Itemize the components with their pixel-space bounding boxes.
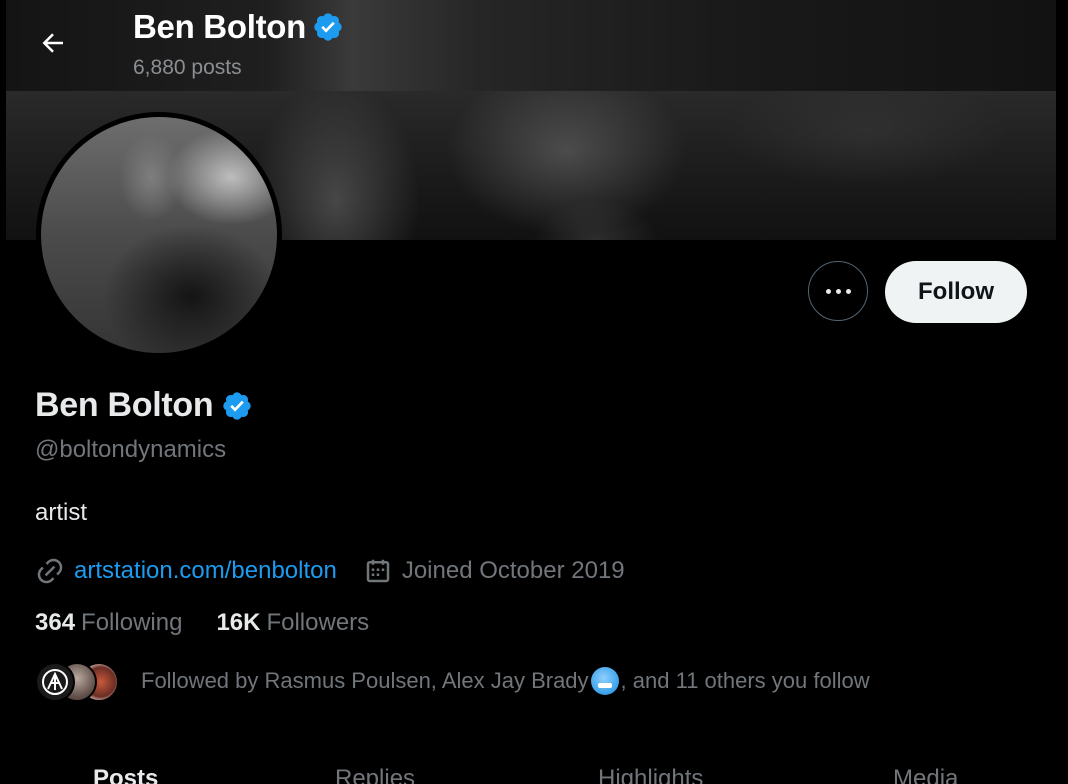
followed-by-others: , and 11 others you follow [620, 668, 870, 693]
website-item: artstation.com/benbolton [35, 556, 337, 586]
profile-tabs: Posts Replies Highlights Media [6, 760, 1056, 784]
verified-badge-icon[interactable] [221, 390, 253, 422]
profile-avatar[interactable] [36, 112, 282, 358]
website-link[interactable]: artstation.com/benbolton [74, 557, 337, 585]
joined-date: Joined October 2019 [401, 557, 625, 584]
cold-face-emoji-icon [590, 667, 619, 695]
more-dots-icon [825, 288, 831, 294]
more-options-button[interactable] [808, 261, 868, 321]
calendar-icon [366, 559, 390, 583]
follower-avatar [35, 662, 75, 702]
posts-count: 6,880 posts [133, 56, 242, 79]
profile-column: Ben Bolton 6,880 posts Follow Ben Bolton… [6, 0, 1056, 784]
back-button[interactable] [28, 22, 78, 64]
followed-by-names: Followed by Rasmus Poulsen, Alex Jay Bra… [141, 668, 589, 693]
follow-button[interactable]: Follow [885, 261, 1027, 323]
link-icon [37, 558, 63, 584]
header-name: Ben Bolton [133, 8, 306, 45]
following-label: Following [81, 609, 183, 636]
tab-replies[interactable]: Replies [335, 765, 415, 784]
more-dot [845, 288, 851, 294]
followed-by-row[interactable]: Followed by Rasmus Poulsen, Alex Jay Bra… [35, 662, 870, 702]
followers-label: Followers [266, 609, 370, 636]
more-dot [835, 288, 841, 294]
arrow-left-icon [42, 33, 63, 53]
followers-count: 16K [216, 609, 261, 636]
profile-meta: artstation.com/benbolton Joined October … [35, 553, 625, 589]
tab-highlights[interactable]: Highlights [598, 765, 703, 784]
profile-name: Ben Bolton [35, 386, 253, 425]
verified-badge-icon [314, 13, 342, 41]
profile-bio: artist [35, 499, 88, 526]
tab-media[interactable]: Media [893, 765, 958, 784]
joined-item: Joined October 2019 [363, 556, 625, 586]
followed-by-avatars [35, 662, 119, 702]
followed-by-text: Followed by Rasmus Poulsen, Alex Jay Bra… [141, 667, 870, 695]
following-stat[interactable]: 364 Following [35, 609, 182, 637]
tab-posts[interactable]: Posts [93, 765, 158, 784]
profile-handle: @boltondynamics [35, 436, 227, 463]
avatar-photo [41, 117, 277, 353]
following-count: 364 [35, 609, 76, 636]
profile-display-name: Ben Bolton [35, 386, 214, 424]
profile-stats: 364 Following 16K Followers [35, 609, 369, 637]
follower-logo-icon [42, 669, 68, 695]
profile-header-bar: Ben Bolton 6,880 posts [6, 0, 1056, 91]
header-title: Ben Bolton [133, 8, 344, 46]
followers-stat[interactable]: 16K Followers [216, 609, 369, 637]
